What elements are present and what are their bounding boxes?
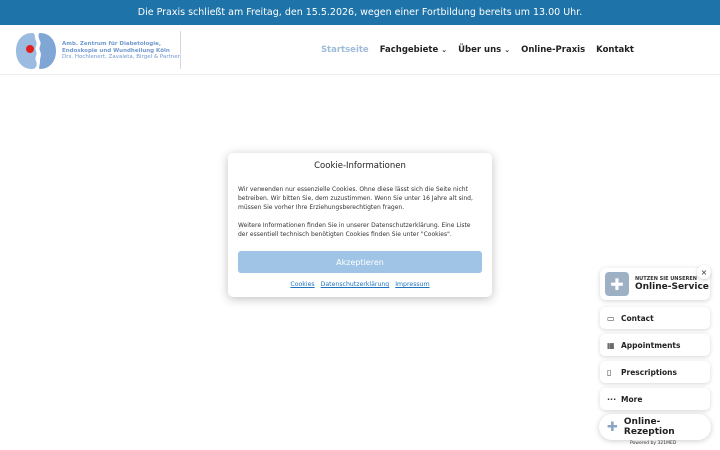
cookie-consent-dialog: Cookie-Informationen Wir verwenden nur e… — [228, 153, 492, 297]
medical-cross-icon: ✚ — [607, 419, 618, 435]
close-icon: × — [700, 267, 708, 277]
nav-label-startseite: Startseite — [320, 45, 369, 55]
prescriptions-button[interactable]: ▯ Prescriptions — [600, 361, 710, 383]
cookie-dialog-title: Cookie-Informationen — [314, 161, 406, 171]
more-button[interactable]: ··· More — [600, 388, 710, 410]
logo-line-1: Amb. Zentrum für Diabetologie, — [62, 40, 161, 47]
site-header: Amb. Zentrum für Diabetologie, Endoskopi… — [0, 25, 720, 75]
prescriptions-label: Prescriptions — [621, 367, 677, 377]
nav-label-ueber-uns: Über uns — [458, 45, 502, 55]
logo-link[interactable]: Amb. Zentrum für Diabetologie, Endoskopi… — [14, 30, 184, 72]
contact-button[interactable]: ▭ Contact — [600, 307, 710, 329]
online-rezeption-label: Online-Rezeption — [623, 417, 675, 437]
appointments-label: Appointments — [621, 340, 681, 350]
more-icon: ··· — [607, 394, 617, 404]
online-service-header[interactable]: ✚ NUTZEN SIE UNSEREN Online-Service — [600, 268, 710, 300]
banner-text: Die Praxis schließt am Freitag, den 15.5… — [137, 7, 583, 18]
main-navigation: Startseite Fachgebiete ⌄ Über uns ⌄ Onli… — [321, 25, 634, 75]
cookie-paragraph-1: Wir verwenden nur essenzielle Cookies. O… — [238, 186, 473, 211]
online-service-text: NUTZEN SIE UNSEREN Online-Service — [635, 276, 709, 292]
chevron-down-icon: ⌄ — [504, 46, 511, 54]
contact-label: Contact — [621, 313, 654, 323]
nav-label-online-praxis: Online-Praxis — [521, 45, 586, 55]
chevron-down-icon: ⌄ — [441, 46, 448, 54]
logo-divider — [180, 31, 181, 69]
powered-by-text: Powered by 321MED — [630, 441, 677, 446]
online-service-title: Online-Service — [635, 282, 709, 292]
cookie-dialog-body: Wir verwenden nur essenzielle Cookies. O… — [238, 185, 482, 239]
imprint-link[interactable]: Impressum — [395, 281, 429, 288]
nav-item-startseite[interactable]: Startseite — [321, 45, 369, 55]
nav-item-kontakt[interactable]: Kontakt — [596, 45, 634, 55]
nav-label-kontakt: Kontakt — [596, 45, 634, 55]
logo-line-3: Drs. Hochlenert, Zavaleta, Birgel & Part… — [62, 54, 180, 61]
nav-item-fachgebiete[interactable]: Fachgebiete ⌄ — [380, 45, 447, 55]
top-announcement-banner: Die Praxis schließt am Freitag, den 15.5… — [0, 0, 720, 25]
nav-label-fachgebiete: Fachgebiete — [379, 45, 439, 55]
calendar-icon: ▦ — [607, 340, 615, 350]
online-rezeption-button[interactable]: ✚ Online-Rezeption — [599, 414, 711, 440]
logo-text: Amb. Zentrum für Diabetologie, Endoskopi… — [62, 41, 180, 61]
cookie-paragraph-2: Weitere Informationen finden Sie in unse… — [238, 222, 471, 238]
logo-line-2: Endoskopie und Wundheilung Köln — [62, 47, 170, 54]
nav-item-online-praxis[interactable]: Online-Praxis — [521, 45, 585, 55]
appointments-button[interactable]: ▦ Appointments — [600, 334, 710, 356]
accept-cookies-button[interactable]: Akzeptieren — [238, 251, 482, 273]
medical-cross-icon: ✚ — [605, 272, 629, 296]
close-widget-button[interactable]: × — [697, 265, 711, 279]
cookies-link[interactable]: Cookies — [290, 281, 314, 288]
document-icon: ▯ — [607, 367, 612, 377]
cookie-dialog-links: Cookies Datenschutzerklärung Impressum — [238, 281, 482, 288]
chat-icon: ▭ — [607, 313, 615, 323]
nav-item-ueber-uns[interactable]: Über uns ⌄ — [458, 45, 510, 55]
more-label: More — [621, 394, 643, 404]
privacy-policy-link[interactable]: Datenschutzerklärung — [321, 281, 390, 288]
logo-icon — [14, 31, 58, 71]
